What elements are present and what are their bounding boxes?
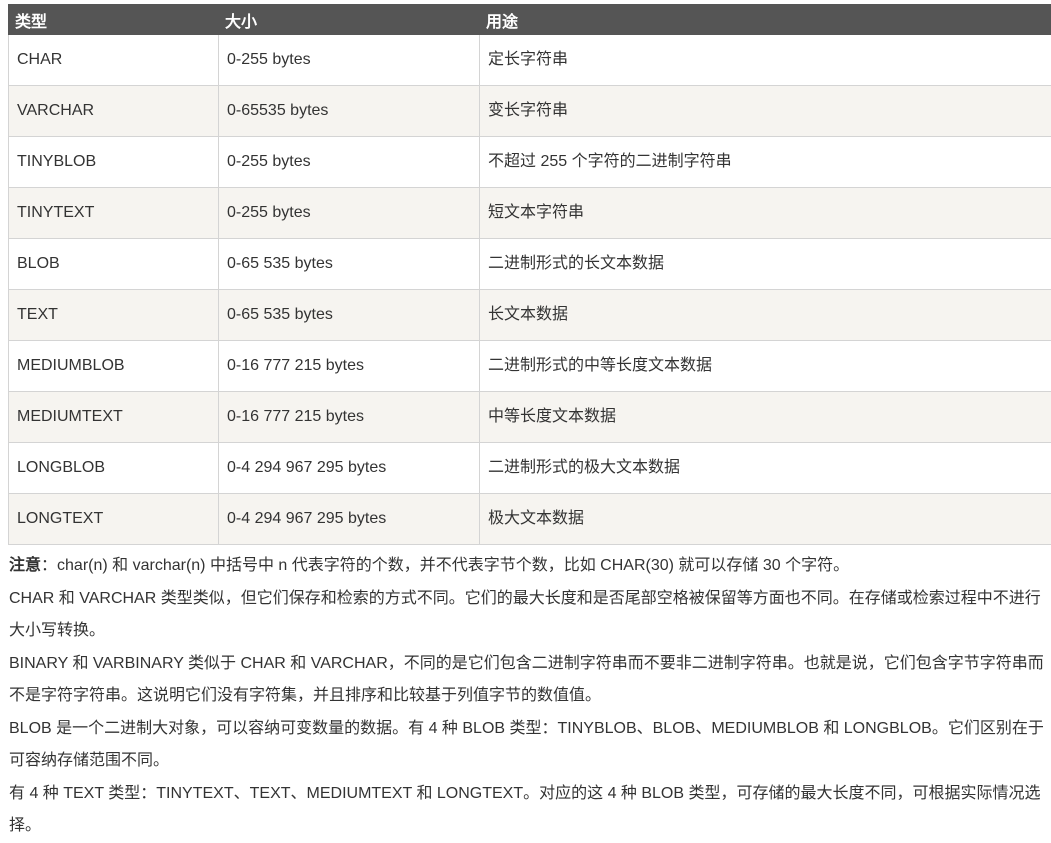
table-row: LONGBLOB 0-4 294 967 295 bytes 二进制形式的极大文… xyxy=(9,443,1051,494)
table-row: LONGTEXT 0-4 294 967 295 bytes 极大文本数据 xyxy=(9,494,1051,545)
cell-size: 0-255 bytes xyxy=(219,35,480,86)
cell-usage: 不超过 255 个字符的二进制字符串 xyxy=(480,137,1051,188)
table-row: MEDIUMBLOB 0-16 777 215 bytes 二进制形式的中等长度… xyxy=(9,341,1051,392)
cell-usage: 极大文本数据 xyxy=(480,494,1051,545)
cell-type: VARCHAR xyxy=(9,86,219,137)
table-row: BLOB 0-65 535 bytes 二进制形式的长文本数据 xyxy=(9,239,1051,290)
string-types-table: 类型 大小 用途 CHAR 0-255 bytes 定长字符串 VARCHAR … xyxy=(8,4,1051,545)
cell-size: 0-255 bytes xyxy=(219,137,480,188)
header-usage: 用途 xyxy=(480,5,1051,35)
cell-type: TINYBLOB xyxy=(9,137,219,188)
cell-size: 0-65 535 bytes xyxy=(219,290,480,341)
table-header-row: 类型 大小 用途 xyxy=(9,5,1051,35)
page: 类型 大小 用途 CHAR 0-255 bytes 定长字符串 VARCHAR … xyxy=(0,0,1051,839)
notes-section: 注意：char(n) 和 varchar(n) 中括号中 n 代表字符的个数，并… xyxy=(9,550,1049,843)
paragraph-text: 有 4 种 TEXT 类型：TINYTEXT、TEXT、MEDIUMTEXT 和… xyxy=(9,778,1049,843)
note-text: ：char(n) 和 varchar(n) 中括号中 n 代表字符的个数，并不代… xyxy=(41,557,849,574)
header-size: 大小 xyxy=(219,5,480,35)
paragraph-binary-varbinary: BINARY 和 VARBINARY 类似于 CHAR 和 VARCHAR，不同… xyxy=(9,648,1049,713)
cell-type: TEXT xyxy=(9,290,219,341)
cell-size: 0-16 777 215 bytes xyxy=(219,341,480,392)
table-row: TINYBLOB 0-255 bytes 不超过 255 个字符的二进制字符串 xyxy=(9,137,1051,188)
cell-usage: 二进制形式的中等长度文本数据 xyxy=(480,341,1051,392)
cell-size: 0-65535 bytes xyxy=(219,86,480,137)
note-label: 注意 xyxy=(9,557,41,574)
cell-usage: 定长字符串 xyxy=(480,35,1051,86)
cell-size: 0-65 535 bytes xyxy=(219,239,480,290)
cell-type: BLOB xyxy=(9,239,219,290)
cell-type: CHAR xyxy=(9,35,219,86)
table-row: VARCHAR 0-65535 bytes 变长字符串 xyxy=(9,86,1051,137)
cell-size: 0-255 bytes xyxy=(219,188,480,239)
paragraph-blob: BLOB 是一个二进制大对象，可以容纳可变数量的数据。有 4 种 BLOB 类型… xyxy=(9,713,1049,778)
cell-usage: 短文本字符串 xyxy=(480,188,1051,239)
cell-usage: 长文本数据 xyxy=(480,290,1051,341)
cell-usage: 二进制形式的极大文本数据 xyxy=(480,443,1051,494)
table-row: CHAR 0-255 bytes 定长字符串 xyxy=(9,35,1051,86)
paragraph-char-varchar: CHAR 和 VARCHAR 类型类似，但它们保存和检索的方式不同。它们的最大长… xyxy=(9,583,1049,648)
note-paragraph: 注意：char(n) 和 varchar(n) 中括号中 n 代表字符的个数，并… xyxy=(9,550,1049,583)
cell-usage: 二进制形式的长文本数据 xyxy=(480,239,1051,290)
cell-usage: 变长字符串 xyxy=(480,86,1051,137)
cell-type: TINYTEXT xyxy=(9,188,219,239)
cell-type: MEDIUMTEXT xyxy=(9,392,219,443)
cell-size: 0-16 777 215 bytes xyxy=(219,392,480,443)
cell-type: LONGTEXT xyxy=(9,494,219,545)
cell-type: LONGBLOB xyxy=(9,443,219,494)
cell-size: 0-4 294 967 295 bytes xyxy=(219,443,480,494)
table-row: TEXT 0-65 535 bytes 长文本数据 xyxy=(9,290,1051,341)
table-row: TINYTEXT 0-255 bytes 短文本字符串 xyxy=(9,188,1051,239)
header-type: 类型 xyxy=(9,5,219,35)
table-row: MEDIUMTEXT 0-16 777 215 bytes 中等长度文本数据 xyxy=(9,392,1051,443)
cell-usage: 中等长度文本数据 xyxy=(480,392,1051,443)
cell-size: 0-4 294 967 295 bytes xyxy=(219,494,480,545)
cell-type: MEDIUMBLOB xyxy=(9,341,219,392)
